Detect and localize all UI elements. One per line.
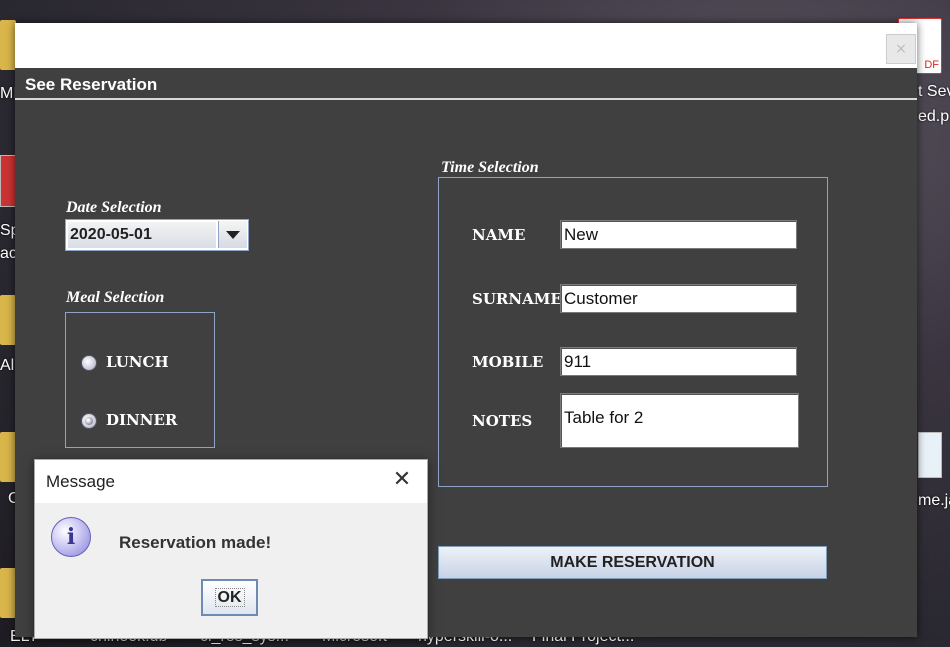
meal-selection-group: LUNCH DINNER (65, 312, 215, 448)
meal-selection-label: Meal Selection (66, 289, 165, 306)
mobile-label: MOBILE (472, 353, 544, 371)
folder-icon[interactable] (0, 295, 16, 345)
dialog-message: Reservation made! (119, 533, 272, 552)
info-icon: i (51, 517, 91, 557)
chevron-down-icon[interactable] (218, 221, 247, 248)
folder-icon[interactable] (0, 568, 16, 618)
desktop-icon-label: me.ja (918, 492, 950, 509)
window-titlebar[interactable]: × (15, 23, 917, 68)
mobile-input[interactable]: 911 (560, 347, 797, 376)
dialog-title: Message (46, 472, 115, 491)
desktop-icon-label: t Seve (918, 83, 950, 100)
surname-label: SURNAME (472, 290, 562, 308)
time-selection-group: NAME New SURNAME Customer MOBILE 911 NOT… (438, 177, 828, 487)
folder-icon[interactable] (0, 432, 16, 482)
divider (15, 98, 917, 100)
folder-icon[interactable] (0, 20, 16, 70)
lunch-radio[interactable] (81, 355, 97, 371)
surname-input[interactable]: Customer (560, 284, 797, 313)
make-reservation-button[interactable]: MAKE RESERVATION (438, 546, 827, 579)
date-dropdown[interactable]: 2020-05-01 (65, 219, 249, 251)
date-selection-label: Date Selection (66, 199, 162, 216)
message-dialog: Message ✕ i Reservation made! OK (34, 459, 428, 639)
name-input[interactable]: New (560, 220, 797, 249)
ok-button-label: OK (214, 588, 245, 607)
name-label: NAME (472, 226, 526, 244)
notes-textarea[interactable]: Table for 2 (560, 393, 799, 448)
lunch-radio-label[interactable]: LUNCH (106, 353, 169, 371)
time-selection-label: Time Selection (441, 159, 539, 176)
ok-button[interactable]: OK (201, 579, 258, 616)
java-file-icon[interactable] (918, 432, 942, 478)
date-dropdown-value[interactable]: 2020-05-01 (68, 222, 216, 248)
close-icon[interactable]: × (886, 34, 916, 64)
dinner-radio[interactable] (81, 413, 97, 429)
notes-label: NOTES (472, 412, 533, 430)
panel-title: See Reservation (25, 75, 158, 94)
desktop-icon-label: ed.p (918, 108, 950, 125)
dinner-radio-label[interactable]: DINNER (106, 411, 177, 429)
close-icon[interactable]: ✕ (391, 468, 413, 492)
dialog-titlebar[interactable]: Message ✕ (35, 460, 427, 503)
